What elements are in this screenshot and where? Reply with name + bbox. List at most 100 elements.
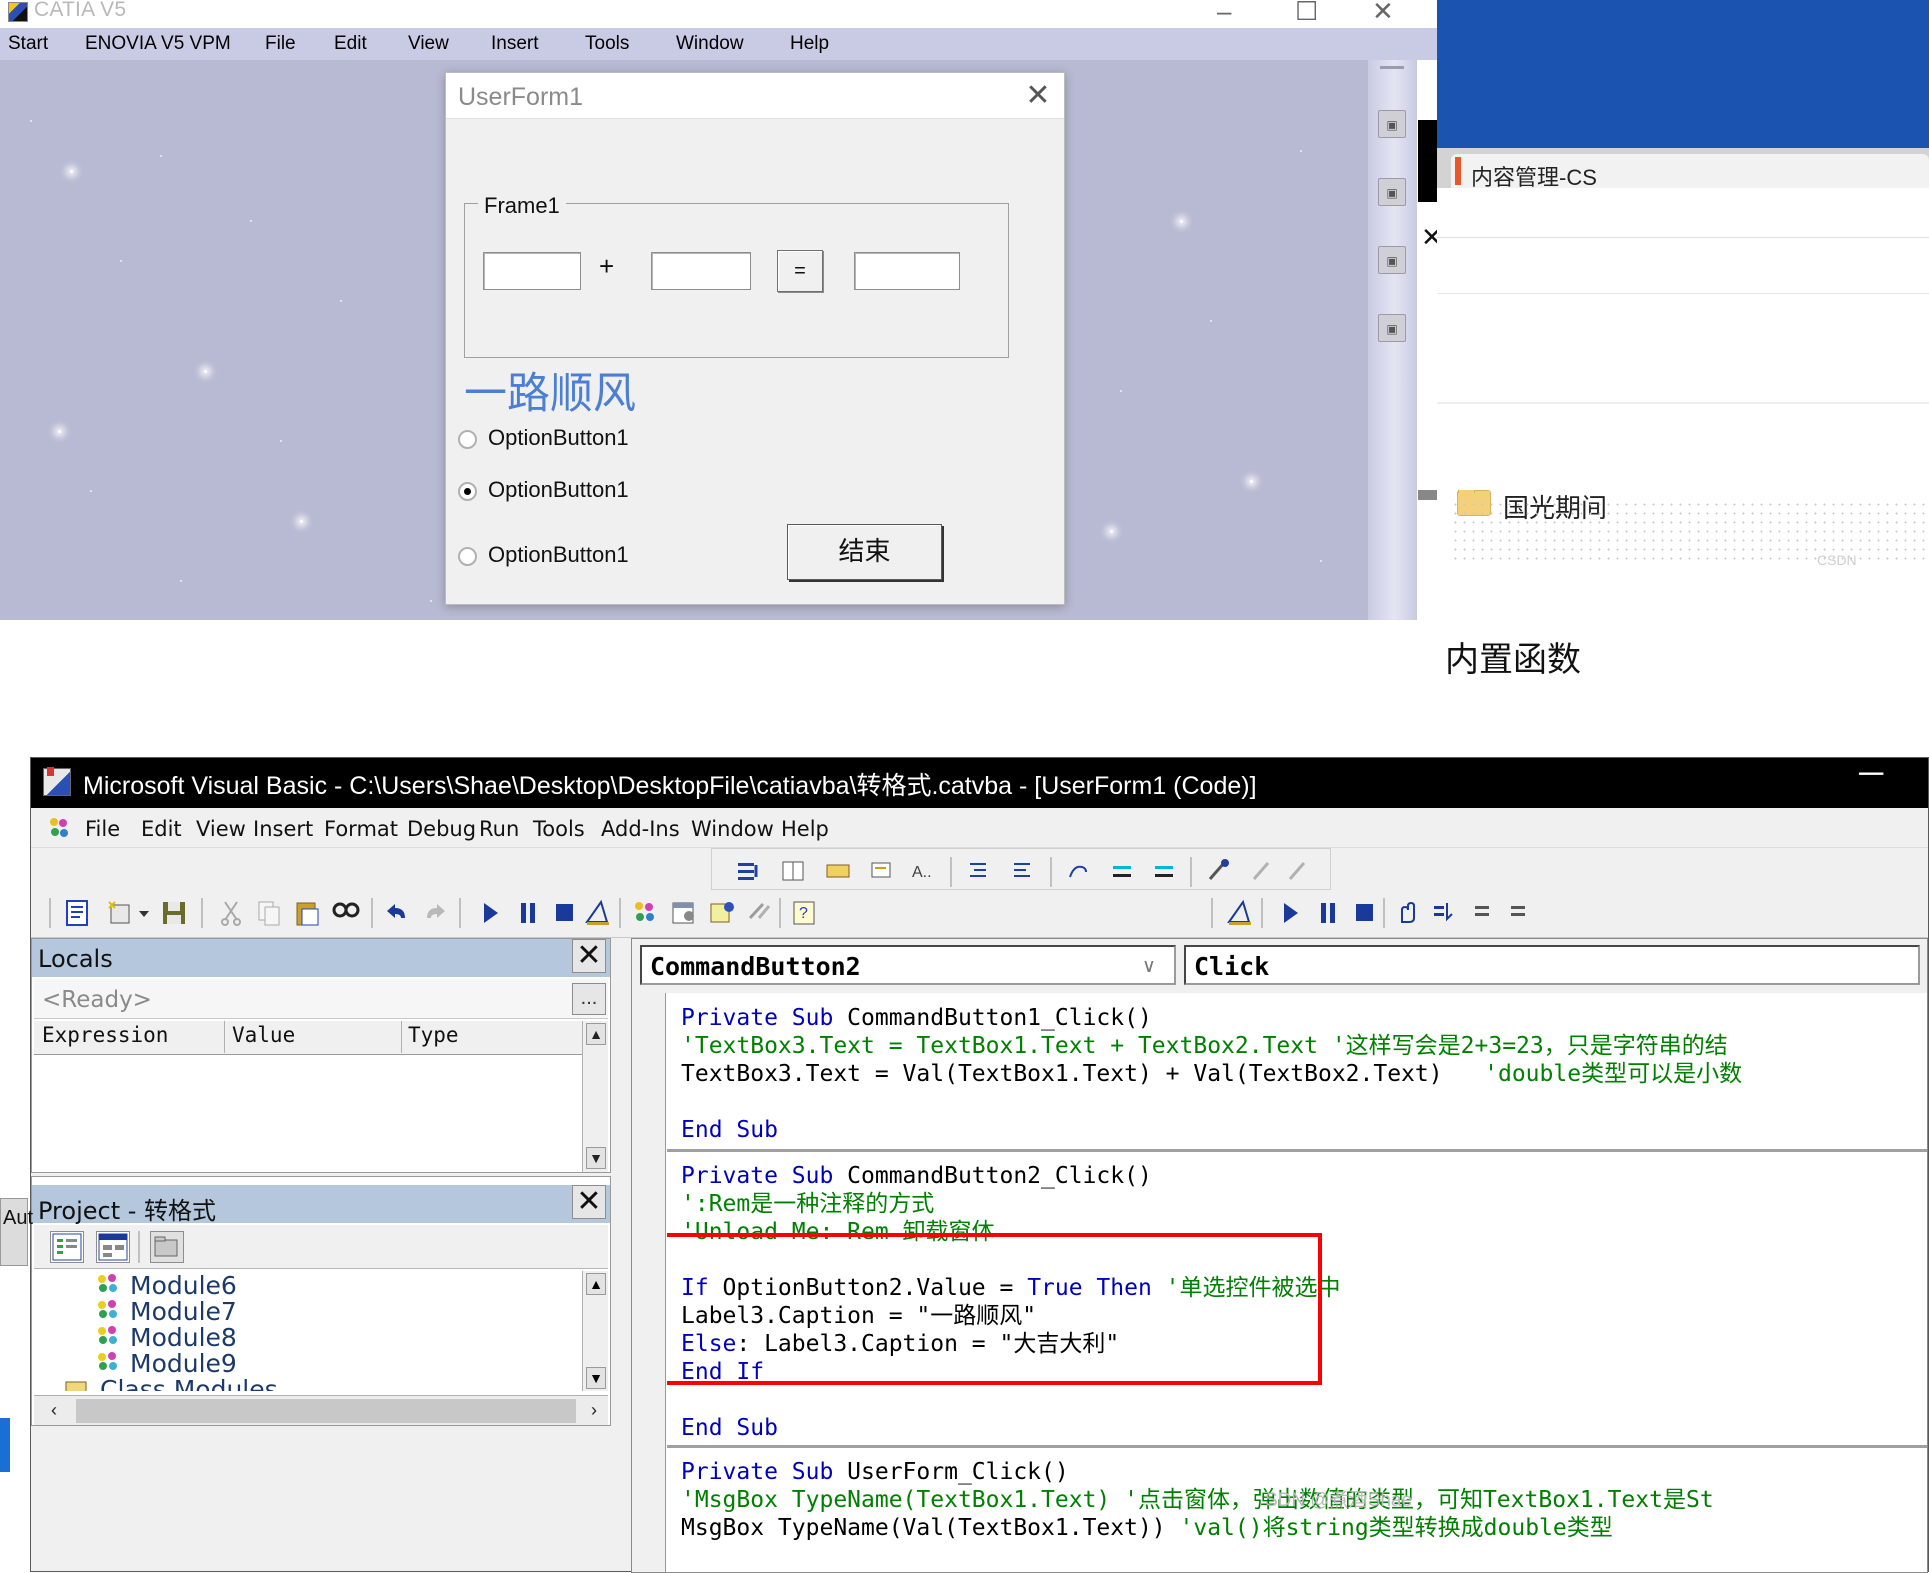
code-text-area[interactable]: Private Sub CommandButton1_Click() 'Text… [667,993,1927,1572]
catia-menu-window[interactable]: Window [676,33,744,55]
radio-icon[interactable] [458,430,477,449]
end-button[interactable]: 结束 [787,524,942,580]
run-icon[interactable] [475,898,505,928]
object-combobox[interactable]: CommandButton2 ∨ [640,945,1176,985]
list-properties-icon[interactable] [780,857,810,887]
copy-icon[interactable] [255,898,285,928]
vbe-menu-insert[interactable]: Insert [253,817,313,841]
project-explorer-icon[interactable] [631,898,661,928]
indent-list-icon[interactable] [734,857,764,887]
catia-minimize-button[interactable]: – [1217,0,1231,27]
radio-icon[interactable] [458,547,477,566]
project-toolbar[interactable] [34,1225,608,1269]
catia-tool-icon-3[interactable]: ▣ [1378,246,1406,274]
vbe-edit-toolbar[interactable]: A.. [711,848,1331,890]
tree-item-module8[interactable]: Module8 [130,1323,237,1352]
step-into-icon[interactable] [1429,898,1459,928]
procedure-combobox[interactable]: Click [1184,945,1920,985]
design-mode-icon-2[interactable] [1225,898,1255,928]
chevron-down-icon[interactable]: ∨ [1142,955,1156,978]
save-icon[interactable] [159,898,189,928]
step-over-icon[interactable] [1467,898,1497,928]
stop-icon-2[interactable] [1349,898,1379,928]
bookmark-icon-2[interactable] [1248,857,1278,887]
insert-userform-icon[interactable] [105,898,135,928]
scrollbar-thumb[interactable] [76,1399,576,1423]
clear-bookmarks-icon[interactable] [1204,857,1234,887]
catia-menu-start[interactable]: Start [8,33,48,55]
stop-icon[interactable] [549,898,579,928]
pause-icon[interactable] [513,898,543,928]
indent-icon[interactable] [964,857,994,887]
bookmark-row[interactable]: 国光期间 [1437,238,1929,523]
catia-tool-icon-4[interactable]: ▣ [1378,314,1406,342]
scroll-right-arrow[interactable]: › [580,1399,608,1423]
tree-item-class-modules[interactable]: Class Modules [100,1375,278,1391]
catia-menu-tools[interactable]: Tools [585,33,629,55]
cut-icon[interactable] [217,898,247,928]
undo-icon[interactable] [383,898,413,928]
catia-menu-edit[interactable]: Edit [334,33,367,55]
scroll-down-arrow[interactable]: ▼ [586,1147,606,1169]
vbe-menu-tools[interactable]: Tools [533,817,585,841]
outdent-icon[interactable] [1008,857,1038,887]
catia-menu-enovia[interactable]: ENOVIA V5 VPM [85,33,231,55]
textbox2-input[interactable] [651,252,751,290]
browser-address-bar[interactable]: or.csdn.net/ [1437,188,1929,412]
quick-info-icon[interactable] [868,857,898,887]
catia-right-toolbar[interactable]: ▣ ▣ ▣ ▣ [1368,60,1416,620]
locals-vertical-scrollbar[interactable]: ▲ ▼ [582,1021,608,1172]
vbe-menu-window[interactable]: Window [691,817,774,841]
autos-tab[interactable]: Aut [0,1198,33,1266]
vbe-menu-format[interactable]: Format [324,817,398,841]
userform1-dialog[interactable]: UserForm1 ✕ Frame1 + = 一路顺风 OptionButton… [445,72,1065,605]
textbox1-input[interactable] [483,252,581,290]
equals-button[interactable]: = [777,250,823,292]
column-divider[interactable] [224,1021,225,1053]
tree-item-module7[interactable]: Module7 [130,1297,237,1326]
vbe-menu-help[interactable]: Help [781,817,829,841]
project-tree[interactable]: Module6 Module7 Module8 Module9 Class Mo… [34,1271,582,1391]
catia-close-button[interactable]: ✕ [1372,0,1394,27]
vbe-menu-debug[interactable]: Debug [407,817,476,841]
view-code-icon[interactable] [50,1231,84,1263]
pause-icon-2[interactable] [1313,898,1343,928]
editor-toolbar[interactable]: B ‹/› ▾ 用 代码块 [1437,404,1929,906]
object-browser-icon[interactable] [707,898,737,928]
scroll-up-arrow[interactable]: ▲ [586,1023,606,1045]
list-constants-icon[interactable] [824,857,854,887]
toggle-folders-icon[interactable] [150,1231,184,1263]
scrollbar-thumb-dark[interactable] [1418,120,1437,202]
parameter-info-icon[interactable]: A.. [910,857,940,887]
vbe-minimize-button[interactable]: ─ [1859,754,1883,793]
find-icon[interactable] [331,898,361,928]
project-vertical-scrollbar[interactable]: ▲ ▼ [582,1271,608,1391]
catia-maximize-button[interactable]: ☐ [1295,0,1318,27]
scrollbar-thumb-gray[interactable] [1418,490,1437,500]
column-divider[interactable] [401,1021,402,1053]
tree-item-module6[interactable]: Module6 [130,1271,237,1300]
redo-icon[interactable] [421,898,451,928]
view-object-icon[interactable] [96,1231,130,1263]
paste-icon[interactable] [293,898,323,928]
code-margin-indicator-bar[interactable] [632,993,666,1572]
vbe-menu-edit[interactable]: Edit [141,817,182,841]
radio-icon-selected[interactable] [458,482,477,501]
next-bookmark-icon[interactable] [1108,857,1138,887]
design-mode-icon[interactable] [583,898,613,928]
catia-menu-help[interactable]: Help [790,33,829,55]
catia-tool-icon-1[interactable]: ▣ [1378,110,1406,138]
vbe-standard-toolbar[interactable]: ? Ln 13, Col 28 ▾ [31,890,1928,1066]
tree-item-module9[interactable]: Module9 [130,1349,237,1378]
project-horizontal-scrollbar[interactable]: ‹ › [34,1395,608,1425]
view-object-icon[interactable] [63,898,93,928]
step-out-icon[interactable] [1503,898,1533,928]
close-icon[interactable]: ✕ [572,939,606,973]
catia-vertical-scrollbar[interactable] [1416,60,1437,620]
properties-window-icon[interactable] [669,898,699,928]
hand-icon[interactable] [1393,898,1423,928]
scroll-left-arrow[interactable]: ‹ [40,1399,68,1423]
previous-bookmark-icon[interactable] [1150,857,1180,887]
vbe-menu-addins[interactable]: Add-Ins [601,817,680,841]
scroll-down-arrow[interactable]: ▼ [586,1367,606,1389]
